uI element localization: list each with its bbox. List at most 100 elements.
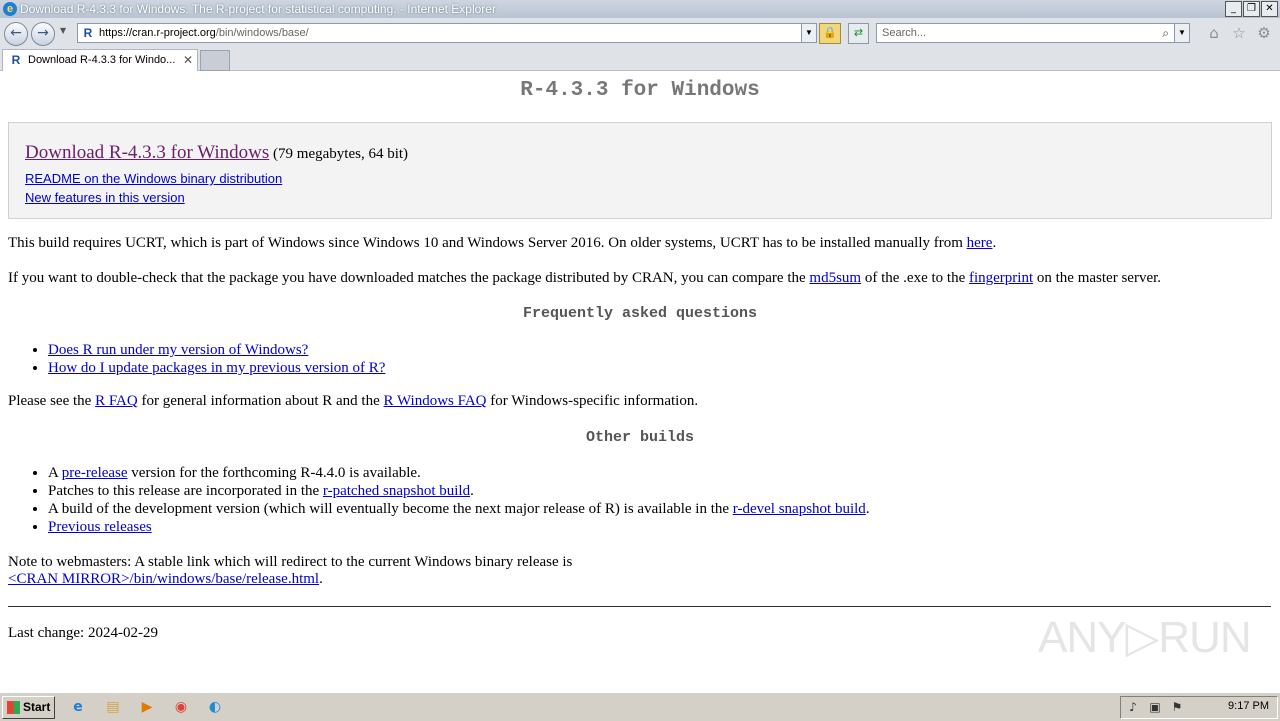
see-faq-paragraph: Please see the R FAQ for general informa…	[8, 393, 698, 410]
download-link[interactable]: Download R-4.3.3 for Windows	[25, 142, 269, 163]
see-text-3: for Windows-specific information.	[486, 393, 699, 409]
new-tab-button[interactable]	[200, 50, 230, 71]
list-item: How do I update packages in my previous …	[48, 359, 385, 377]
note-end: .	[319, 571, 323, 587]
ucrt-paragraph: This build requires UCRT, which is part …	[8, 235, 996, 252]
see-text-2: for general information about R and the	[137, 393, 384, 409]
restore-button[interactable]: ❐	[1243, 1, 1260, 17]
tab-label: Download R-4.3.3 for Windo...	[28, 54, 176, 66]
window-controls: _ ❐ ✕	[1225, 1, 1278, 17]
anyrun-watermark: ANY▷RUN	[1038, 613, 1252, 662]
r-devel-link[interactable]: r-devel snapshot build	[733, 501, 866, 517]
edge-icon[interactable]: ◐	[205, 697, 225, 717]
ob1-text-a: A	[48, 465, 62, 481]
faq-heading: Frequently asked questions	[522, 305, 758, 322]
windows-flag-icon	[7, 701, 20, 714]
volume-icon[interactable]: ♪	[1125, 699, 1141, 715]
close-tab-icon[interactable]: ✕	[183, 50, 193, 70]
search-input[interactable]: Search...	[882, 24, 926, 42]
file-explorer-icon[interactable]: ▤	[103, 697, 123, 717]
ucrt-here-link[interactable]: here	[967, 235, 993, 251]
faq-link-update-packages[interactable]: How do I update packages in my previous …	[48, 360, 385, 376]
note-text: Note to webmasters: A stable link which …	[8, 554, 573, 570]
other-builds-heading: Other builds	[585, 429, 695, 446]
network-icon[interactable]: ▣	[1147, 699, 1163, 715]
page-content: R-4.3.3 for Windows Download R-4.3.3 for…	[0, 71, 1280, 691]
previous-releases-link[interactable]: Previous releases	[48, 519, 152, 535]
checksum-text-2: of the .exe to the	[861, 270, 969, 286]
r-faq-link[interactable]: R FAQ	[95, 393, 138, 409]
r-favicon-icon: R	[11, 53, 21, 67]
list-item: Previous releases	[48, 518, 870, 536]
internet-explorer-icon: e	[3, 2, 17, 16]
refresh-button[interactable]: ⇄	[848, 23, 869, 44]
see-text-1: Please see the	[8, 393, 96, 409]
window-title-bar: e Download R-4.3.3 for Windows. The R-pr…	[0, 0, 1280, 18]
back-button[interactable]: ←	[4, 22, 28, 46]
download-box: Download R-4.3.3 for Windows (79 megabyt…	[8, 122, 1272, 219]
taskbar: Start e ▤ ▶ ◉ ◐ ♪ ▣ ⚑ 9:17 PM	[0, 692, 1280, 721]
last-change: Last change: 2024-02-29	[8, 625, 158, 641]
security-lock-icon[interactable]: 🔒	[819, 23, 841, 44]
checksum-text-3: on the master server.	[1033, 270, 1162, 286]
faq-link-windows-version[interactable]: Does R run under my version of Windows?	[48, 342, 308, 358]
minimize-button[interactable]: _	[1225, 1, 1242, 17]
action-center-flag-icon[interactable]: ⚑	[1169, 699, 1185, 715]
start-button[interactable]: Start	[2, 696, 55, 719]
search-box[interactable]: Search... ⌕ ▼	[876, 23, 1190, 43]
search-icon[interactable]: ⌕	[1162, 24, 1169, 42]
md5sum-link[interactable]: md5sum	[809, 270, 861, 286]
navigation-bar: ← → ▼ R https://cran.r-project.org/bin/w…	[0, 18, 1280, 48]
internet-explorer-icon[interactable]: e	[68, 697, 88, 717]
release-html-link[interactable]: <CRAN MIRROR>/bin/windows/base/release.h…	[8, 571, 319, 587]
address-url[interactable]: https://cran.r-project.org/bin/windows/b…	[99, 24, 309, 42]
webmaster-note: Note to webmasters: A stable link which …	[8, 554, 572, 588]
r-favicon-icon: R	[83, 26, 93, 40]
checksum-text-1: If you want to double-check that the pac…	[8, 270, 810, 286]
newfeatures-line: New features in this version	[25, 190, 185, 205]
r-windows-faq-link[interactable]: R Windows FAQ	[383, 393, 486, 409]
download-meta: (79 megabytes, 64 bit)	[269, 146, 409, 162]
checksum-paragraph: If you want to double-check that the pac…	[8, 270, 1161, 287]
search-dropdown-button[interactable]: ▼	[1174, 24, 1189, 42]
r-patched-link[interactable]: r-patched snapshot build	[323, 483, 470, 499]
address-dropdown-button[interactable]: ▼	[801, 24, 816, 42]
clock[interactable]: 9:17 PM	[1228, 700, 1269, 712]
pre-release-link[interactable]: pre-release	[62, 465, 128, 481]
start-label: Start	[23, 700, 51, 714]
divider	[8, 606, 1271, 607]
recent-pages-dropdown[interactable]: ▼	[60, 26, 66, 35]
other-builds-list: A pre-release version for the forthcomin…	[8, 464, 870, 536]
close-window-button[interactable]: ✕	[1261, 1, 1278, 17]
ob3-text-b: .	[865, 501, 870, 517]
ucrt-end: .	[992, 235, 997, 251]
url-path: /bin/windows/base/	[215, 27, 309, 39]
list-item: A pre-release version for the forthcomin…	[48, 464, 870, 482]
ucrt-text: This build requires UCRT, which is part …	[8, 235, 967, 251]
ob3-text-a: A build of the development version (whic…	[48, 501, 733, 517]
ob2-text-a: Patches to this release are incorporated…	[48, 483, 323, 499]
forward-button[interactable]: →	[31, 22, 55, 46]
ob2-text-b: .	[470, 483, 474, 499]
ob1-text-b: version for the forthcoming R-4.4.0 is a…	[127, 465, 421, 481]
tab-r-download[interactable]: R Download R-4.3.3 for Windo... ✕	[2, 49, 198, 71]
faq-list: Does R run under my version of Windows? …	[8, 341, 385, 377]
favorites-star-icon[interactable]: ☆	[1230, 24, 1248, 42]
url-host: https://cran.r-project.org	[99, 27, 216, 39]
download-line: Download R-4.3.3 for Windows (79 megabyt…	[25, 142, 408, 164]
page-title: R-4.3.3 for Windows	[520, 79, 760, 102]
fingerprint-link[interactable]: fingerprint	[969, 270, 1033, 286]
system-tray: ♪ ▣ ⚑ 9:17 PM	[1120, 696, 1278, 719]
window-title: Download R-4.3.3 for Windows. The R-proj…	[20, 2, 496, 16]
chrome-icon[interactable]: ◉	[171, 697, 191, 717]
home-icon[interactable]: ⌂	[1205, 24, 1223, 42]
address-bar[interactable]: R https://cran.r-project.org/bin/windows…	[77, 23, 817, 43]
media-player-icon[interactable]: ▶	[137, 697, 157, 717]
list-item: A build of the development version (whic…	[48, 500, 870, 518]
readme-line: README on the Windows binary distributio…	[25, 171, 282, 186]
list-item: Patches to this release are incorporated…	[48, 482, 870, 500]
list-item: Does R run under my version of Windows?	[48, 341, 385, 359]
readme-link[interactable]: README on the Windows binary distributio…	[25, 171, 282, 186]
gear-icon[interactable]: ⚙	[1255, 24, 1273, 42]
new-features-link[interactable]: New features in this version	[25, 190, 185, 205]
